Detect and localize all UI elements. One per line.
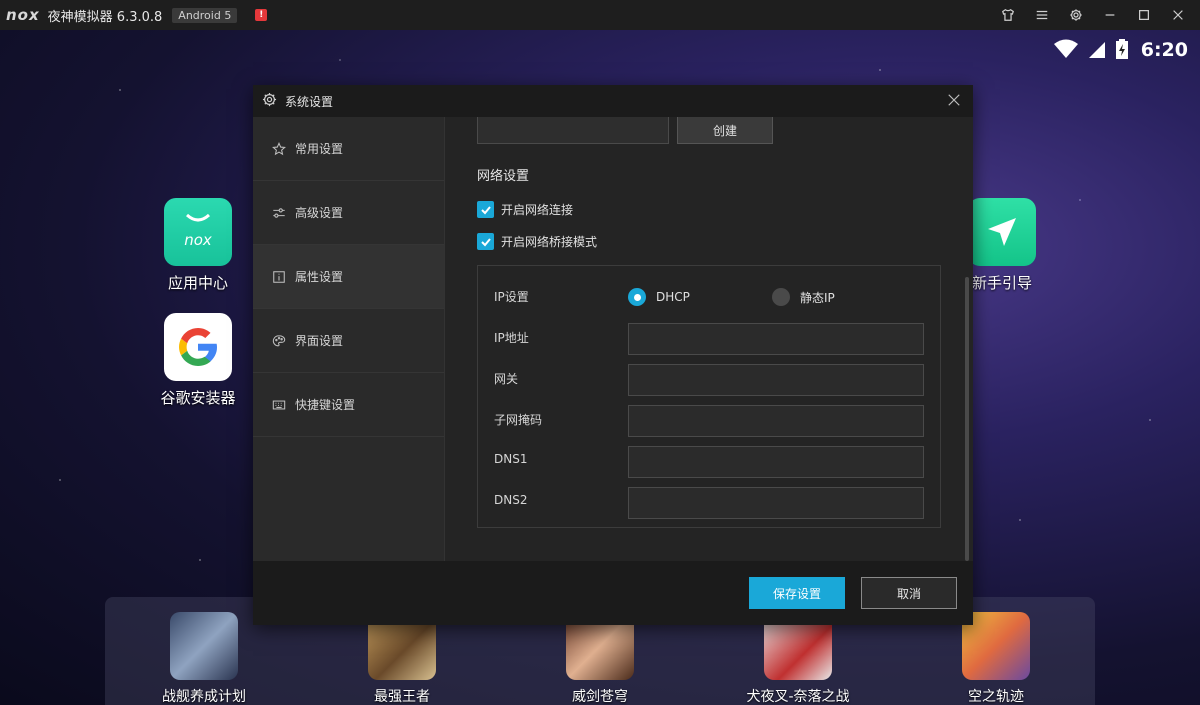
sidebar-item-interface[interactable]: 界面设置: [253, 309, 444, 373]
app-label: 威剑苍穹: [572, 689, 628, 705]
google-icon: [164, 313, 232, 381]
dialog-footer: 保存设置 取消: [253, 561, 973, 625]
sidebar-item-advanced[interactable]: 高级设置: [253, 181, 444, 245]
gateway-input[interactable]: [628, 364, 924, 396]
subnet-mask-input[interactable]: [628, 405, 924, 437]
menu-icon[interactable]: [1034, 7, 1050, 23]
gateway-label: 网关: [494, 372, 519, 386]
close-icon[interactable]: [947, 93, 963, 109]
dock-app[interactable]: 空之轨迹: [936, 612, 1056, 705]
desktop-app-app-center[interactable]: nox 应用中心: [148, 198, 248, 293]
nox-logo: nox: [6, 6, 40, 24]
dock-app[interactable]: 最强王者: [342, 612, 462, 705]
dialog-header: 系统设置: [253, 85, 973, 117]
gear-icon: [262, 92, 277, 110]
emulator-titlebar: nox 夜神模拟器 6.3.0.8 Android 5 !: [0, 0, 1200, 30]
dns2-label: DNS2: [494, 493, 528, 507]
static-ip-radio-option[interactable]: 静态IP: [772, 288, 835, 306]
ip-setting-label: IP设置: [494, 290, 529, 304]
palette-icon: [271, 333, 287, 349]
app-center-icon: nox: [164, 198, 232, 266]
sidebar-item-label: 高级设置: [295, 206, 344, 220]
checkbox-label: 开启网络连接: [501, 203, 574, 217]
desktop-app-google-installer[interactable]: 谷歌安装器: [148, 313, 248, 408]
wifi-icon: [1053, 39, 1079, 62]
dns1-label: DNS1: [494, 452, 528, 466]
dialog-body: 常用设置 高级设置 属性设置 界面设置 快捷键设置 创建 网络设置 开启网络连接…: [253, 117, 973, 561]
maximize-icon[interactable]: [1136, 7, 1152, 23]
sidebar-item-shortcuts[interactable]: 快捷键设置: [253, 373, 444, 437]
settings-content: 创建 网络设置 开启网络连接 开启网络桥接模式 IP设置 DHCP 静态IP I…: [445, 117, 973, 561]
dock-app[interactable]: 威剑苍穹: [540, 612, 660, 705]
send-arrow-icon: [968, 198, 1036, 266]
sidebar-item-general[interactable]: 常用设置: [253, 117, 444, 181]
sliders-icon: [271, 205, 287, 221]
sidebar-item-label: 界面设置: [295, 334, 344, 348]
skin-shirt-icon[interactable]: [1000, 7, 1016, 23]
network-section-title: 网络设置: [477, 169, 530, 184]
signal-icon: [1087, 39, 1107, 62]
sidebar-item-properties[interactable]: 属性设置: [253, 245, 444, 309]
checkbox-checked-icon[interactable]: [477, 233, 494, 250]
close-window-icon[interactable]: [1170, 7, 1186, 23]
android-statusbar: 6:20: [1053, 36, 1188, 64]
sidebar-item-label: 属性设置: [295, 270, 344, 284]
system-settings-dialog: 系统设置 常用设置 高级设置 属性设置 界面设置 快捷键设置 创建 网络设置 开…: [253, 85, 973, 625]
radio-unselected-icon[interactable]: [772, 288, 790, 306]
dns2-input[interactable]: [628, 487, 924, 519]
battery-icon: [1115, 38, 1129, 63]
ip-address-label: IP地址: [494, 331, 529, 345]
create-button[interactable]: 创建: [677, 117, 773, 144]
app-label: 战舰养成计划: [162, 689, 246, 705]
checkbox-label: 开启网络桥接模式: [501, 235, 598, 249]
app-title: 夜神模拟器 6.3.0.8: [47, 9, 163, 25]
dock-app[interactable]: 犬夜叉-奈落之战: [738, 612, 858, 705]
ip-address-input[interactable]: [628, 323, 924, 355]
subnet-mask-label: 子网掩码: [494, 413, 543, 427]
ip-settings-panel: IP设置 DHCP 静态IP IP地址 网关 子网掩码 DNS1 DNS2: [477, 265, 941, 528]
minimize-icon[interactable]: [1102, 7, 1118, 23]
alert-icon[interactable]: !: [255, 9, 268, 21]
settings-gear-icon[interactable]: [1068, 7, 1084, 23]
app-label: 谷歌安装器: [160, 389, 236, 407]
dhcp-label: DHCP: [656, 290, 690, 304]
clock: 6:20: [1140, 39, 1188, 61]
content-scrollbar[interactable]: [965, 277, 969, 561]
android-version-badge: Android 5: [172, 7, 238, 23]
app-label: 空之轨迹: [968, 689, 1024, 705]
dock-app[interactable]: 战舰养成计划: [144, 612, 264, 705]
dns1-input[interactable]: [628, 446, 924, 478]
enable-network-checkbox-row[interactable]: 开启网络连接: [477, 201, 573, 218]
name-input[interactable]: [477, 117, 669, 144]
settings-sidebar: 常用设置 高级设置 属性设置 界面设置 快捷键设置: [253, 117, 445, 561]
star-icon: [271, 141, 287, 157]
cancel-button[interactable]: 取消: [861, 577, 957, 609]
static-ip-label: 静态IP: [800, 290, 835, 305]
checkbox-checked-icon[interactable]: [477, 201, 494, 218]
window-controls: [1000, 0, 1186, 30]
sidebar-item-label: 常用设置: [295, 142, 344, 156]
keyboard-icon: [271, 397, 287, 413]
sidebar-item-label: 快捷键设置: [295, 398, 356, 412]
app-label: 最强王者: [374, 689, 430, 705]
info-icon: [271, 269, 287, 285]
game-icon: [170, 612, 238, 680]
svg-text:nox: nox: [184, 231, 212, 249]
save-settings-button[interactable]: 保存设置: [749, 577, 845, 609]
dialog-title: 系统设置: [285, 94, 334, 109]
radio-selected-icon[interactable]: [628, 288, 646, 306]
app-label: 犬夜叉-奈落之战: [746, 689, 850, 705]
dhcp-radio-option[interactable]: DHCP: [628, 288, 690, 306]
bridge-mode-checkbox-row[interactable]: 开启网络桥接模式: [477, 233, 597, 250]
app-label: 应用中心: [167, 274, 228, 292]
